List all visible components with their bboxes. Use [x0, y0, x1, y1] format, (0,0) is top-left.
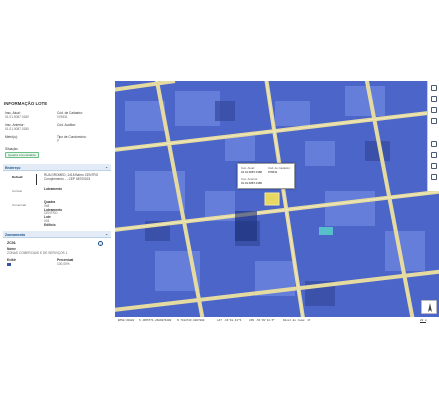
- zoom-level: Nível de zoom: 17: [283, 318, 311, 322]
- tab-comercial[interactable]: Comercial: [12, 203, 26, 207]
- field-tipo-condominio: Tipo de Condomínio: P: [57, 135, 87, 143]
- compass-icon: [428, 303, 432, 312]
- home-icon[interactable]: [431, 85, 437, 91]
- print-icon[interactable]: [431, 141, 437, 147]
- lot-info-popup: Insc. Atual: 01.01.0087.0180 Cód. de Cad…: [237, 163, 295, 189]
- tab-divider: [36, 174, 37, 185]
- chevron-down-icon: ⌄: [105, 231, 108, 236]
- coords-y: N 7412743.9867000: [177, 318, 205, 322]
- map-tiles: [115, 81, 439, 317]
- scale-bar: 20 m: [420, 318, 427, 323]
- zone-percentual: Percentual 100,00%: [57, 258, 74, 266]
- zone-nome: Nome ZONAS COMERCIAIS E DE SERVIÇOS 1: [7, 247, 68, 255]
- field-cod-cadastro: Cód. de Cadastro: 076531: [57, 111, 83, 119]
- layers-icon[interactable]: [431, 107, 437, 113]
- coords-x: S 4955771.2686074400: [139, 318, 172, 322]
- legend-swatch-icon[interactable]: [7, 263, 11, 267]
- field-insc-atual: Insc. Atual: 01.01.0087.0180: [5, 111, 29, 119]
- quadra-field: Loteamento: [44, 187, 63, 191]
- share-icon[interactable]: [431, 152, 437, 158]
- info-panel: INFORMAÇÃO LOTE Insc. Atual: 01.01.0087.…: [0, 95, 115, 295]
- chevron-down-icon: ⌄: [105, 164, 108, 169]
- map-toolbar: [427, 81, 439, 191]
- info-icon[interactable]: i: [98, 241, 103, 246]
- info-icon[interactable]: [431, 174, 437, 180]
- settings-icon[interactable]: [431, 163, 437, 169]
- search-icon[interactable]: [431, 96, 437, 102]
- lat-label: LAT -13'18.44"S: [217, 318, 242, 322]
- endereco-section-header[interactable]: Endereço ⌄: [3, 164, 111, 171]
- compass-button[interactable]: [421, 300, 437, 314]
- status-badge: Quadra Consolidada: [5, 152, 39, 158]
- field-cod-auxiliar: Cód. Auxiliar:: [57, 123, 76, 127]
- map-canvas[interactable]: [115, 81, 439, 317]
- zoneamento-section-header[interactable]: Zoneamento ⌄: [3, 231, 111, 238]
- field-metros: Metrô(s):: [5, 135, 18, 139]
- lon-label: LON -51'38'12.5": [249, 318, 275, 322]
- panel-title: INFORMAÇÃO LOTE: [4, 101, 48, 106]
- quadra-block: Quadra 048 Loteamento CENTRO Lote 003 Ed…: [44, 200, 63, 227]
- srs-label: EPSG:31982: [118, 318, 135, 322]
- tab-correio[interactable]: Correio: [12, 189, 22, 193]
- map-status-bar: EPSG:31982 S 4955771.2686074400 N 741274…: [115, 317, 439, 323]
- zone-exibir: Exibir: [7, 258, 16, 267]
- measure-icon[interactable]: [431, 118, 437, 124]
- zone-code: ZC01: [7, 241, 16, 245]
- address-text: RUA DROMED, 1418 Bairro CENTRO Complemen…: [44, 173, 99, 181]
- tab-default[interactable]: Default: [12, 175, 23, 179]
- field-insc-anterior: Insc. Anterior: 01.01.0087.0180: [5, 123, 29, 131]
